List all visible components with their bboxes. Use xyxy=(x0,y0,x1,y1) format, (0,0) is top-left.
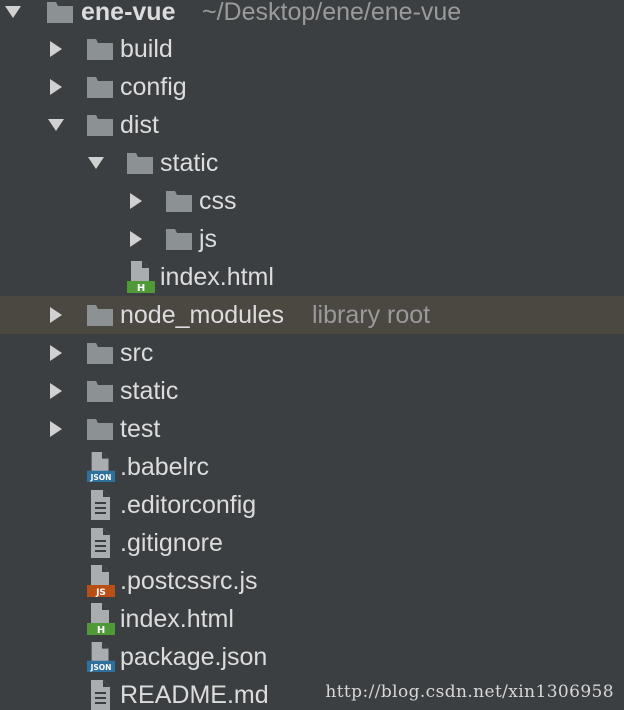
root-folder-name: ene-vue xyxy=(81,0,176,26)
tree-row-gitignore[interactable]: .gitignore xyxy=(0,524,624,562)
chevron-right-icon[interactable] xyxy=(45,68,67,106)
folder-name: static xyxy=(120,377,179,405)
chevron-right-icon[interactable] xyxy=(45,334,67,372)
folder-icon xyxy=(86,336,116,370)
tree-row-js[interactable]: js xyxy=(0,220,624,258)
file-name: .postcssrc.js xyxy=(120,567,258,595)
chevron-right-icon[interactable] xyxy=(45,30,67,68)
text-file-icon xyxy=(86,488,116,522)
chevron-down-icon[interactable] xyxy=(2,0,24,31)
chevron-right-icon[interactable] xyxy=(45,372,67,410)
file-name: package.json xyxy=(120,643,268,671)
folder-icon xyxy=(86,108,116,142)
json-file-icon: JSON xyxy=(86,450,116,484)
tree-row-postcssrc[interactable]: JS .postcssrc.js xyxy=(0,562,624,600)
chevron-right-icon[interactable] xyxy=(125,220,147,258)
tree-row-package-json[interactable]: JSON package.json xyxy=(0,638,624,676)
text-file-icon xyxy=(86,678,116,710)
folder-name: dist xyxy=(120,111,159,139)
folder-name: css xyxy=(199,187,237,215)
folder-icon xyxy=(86,374,116,408)
folder-icon xyxy=(86,298,116,332)
tree-row-build[interactable]: build xyxy=(0,30,624,68)
watermark-url: http://blog.csdn.net/xin1306958 xyxy=(325,682,614,702)
tree-row-babelrc[interactable]: JSON .babelrc xyxy=(0,448,624,486)
tree-row-dist[interactable]: dist xyxy=(0,106,624,144)
json-badge-text: JSON xyxy=(90,473,112,482)
folder-name: static xyxy=(160,149,219,177)
chevron-down-icon[interactable] xyxy=(85,144,107,182)
html-badge-text: H xyxy=(97,625,105,636)
tree-row-root[interactable]: ene-vue ~/Desktop/ene/ene-vue xyxy=(0,0,624,31)
root-folder-path: ~/Desktop/ene/ene-vue xyxy=(202,0,462,26)
chevron-down-icon[interactable] xyxy=(45,106,67,144)
folder-name: build xyxy=(120,35,173,63)
library-root-hint: library root xyxy=(312,301,431,329)
tree-row-test[interactable]: test xyxy=(0,410,624,448)
tree-row-config[interactable]: config xyxy=(0,68,624,106)
folder-name: js xyxy=(199,225,218,253)
folder-icon xyxy=(126,146,156,180)
folder-name: config xyxy=(120,73,187,101)
json-file-icon: JSON xyxy=(86,640,116,674)
file-name: README.md xyxy=(120,681,269,709)
tree-row-css[interactable]: css xyxy=(0,182,624,220)
chevron-right-icon[interactable] xyxy=(45,410,67,448)
json-badge-text: JSON xyxy=(90,663,112,672)
file-name: .gitignore xyxy=(120,529,223,557)
text-file-icon xyxy=(86,526,116,560)
tree-row-dist-index[interactable]: H index.html xyxy=(0,258,624,296)
folder-name: src xyxy=(120,339,154,367)
tree-row-editorconfig[interactable]: .editorconfig xyxy=(0,486,624,524)
tree-row-dist-static[interactable]: static xyxy=(0,144,624,182)
chevron-right-icon[interactable] xyxy=(125,182,147,220)
file-name: index.html xyxy=(160,263,274,291)
tree-row-index[interactable]: H index.html xyxy=(0,600,624,638)
folder-name: node_modules xyxy=(120,301,285,329)
file-name: .editorconfig xyxy=(120,491,257,519)
folder-name: test xyxy=(120,415,161,443)
folder-icon xyxy=(46,0,76,29)
folder-icon xyxy=(165,184,195,218)
folder-icon xyxy=(86,32,116,66)
tree-row-node-modules[interactable]: node_modules library root xyxy=(0,296,624,334)
html-badge-text: H xyxy=(137,283,145,294)
tree-row-static[interactable]: static xyxy=(0,372,624,410)
tree-row-src[interactable]: src xyxy=(0,334,624,372)
project-tree: ene-vue ~/Desktop/ene/ene-vue build conf… xyxy=(0,0,624,710)
file-name: .babelrc xyxy=(120,453,209,481)
folder-icon xyxy=(86,70,116,104)
html-file-icon: H xyxy=(86,602,116,636)
html-file-icon: H xyxy=(126,260,156,294)
chevron-right-icon[interactable] xyxy=(45,296,67,334)
js-file-icon: JS xyxy=(86,564,116,598)
file-name: index.html xyxy=(120,605,234,633)
folder-icon xyxy=(165,222,195,256)
js-badge-text: JS xyxy=(95,588,106,598)
folder-icon xyxy=(86,412,116,446)
